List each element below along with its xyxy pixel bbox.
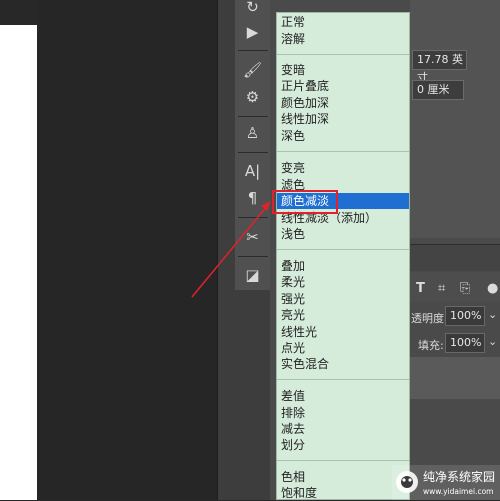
watermark-logo: 纯净系统家园 www.yidaimei.com [392, 465, 500, 500]
watermark-title: 纯净系统家园 [423, 469, 495, 484]
annotation-arrow [191, 201, 271, 298]
watermark-url: www.yidaimei.com [423, 487, 493, 496]
